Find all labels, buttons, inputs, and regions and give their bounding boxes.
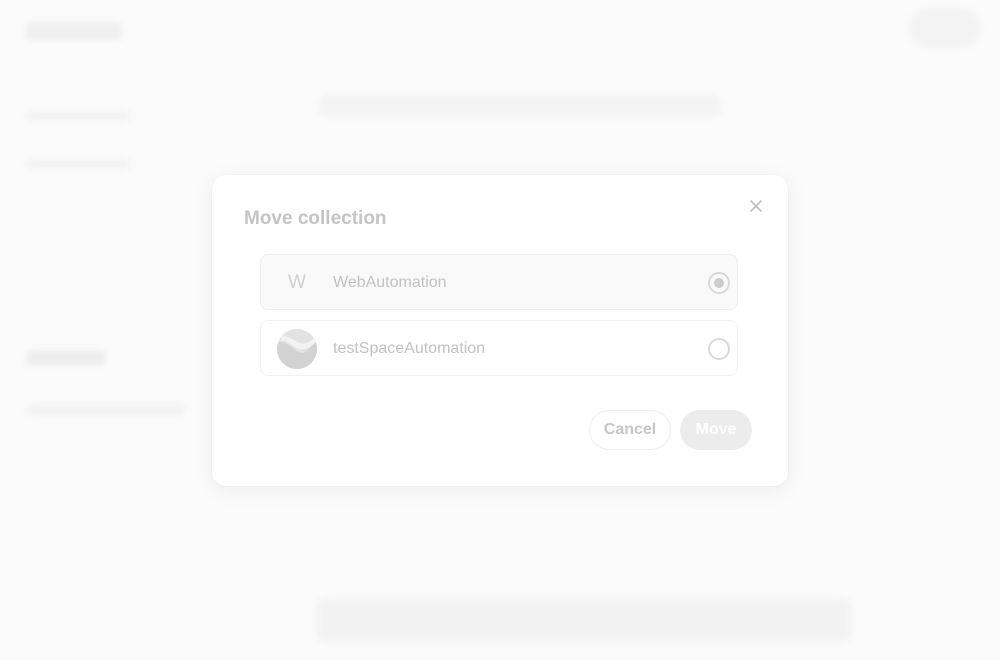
radio-selected[interactable] <box>708 272 730 294</box>
space-option-webautomation[interactable]: W WebAutomation <box>260 254 738 310</box>
close-icon <box>750 200 762 212</box>
sidebar-item <box>26 110 130 122</box>
content-bar <box>316 598 852 642</box>
radio-unselected[interactable] <box>708 338 730 360</box>
sidebar-item <box>26 158 130 170</box>
cancel-button[interactable]: Cancel <box>589 410 671 450</box>
sidebar-section-heading <box>26 350 106 366</box>
dialog-title: Move collection <box>244 208 387 229</box>
header-action-button <box>908 8 982 48</box>
space-option-label: testSpaceAutomation <box>333 340 486 357</box>
page-heading-placeholder <box>318 94 722 118</box>
app-logo <box>26 22 122 40</box>
sidebar-item <box>26 404 186 416</box>
move-collection-dialog: Move collection W WebAutomation testSpac… <box>212 175 788 486</box>
space-option-label: WebAutomation <box>333 274 447 291</box>
avatar-letter: W <box>288 272 306 293</box>
close-button[interactable] <box>746 196 766 216</box>
space-option-testspaceautomation[interactable]: testSpaceAutomation <box>260 320 738 376</box>
space-avatar-image <box>277 329 317 369</box>
page: Move collection W WebAutomation testSpac… <box>0 0 1000 660</box>
move-button[interactable]: Move <box>680 410 752 450</box>
space-avatar: W <box>277 263 317 303</box>
space-avatar-icon <box>277 329 317 369</box>
